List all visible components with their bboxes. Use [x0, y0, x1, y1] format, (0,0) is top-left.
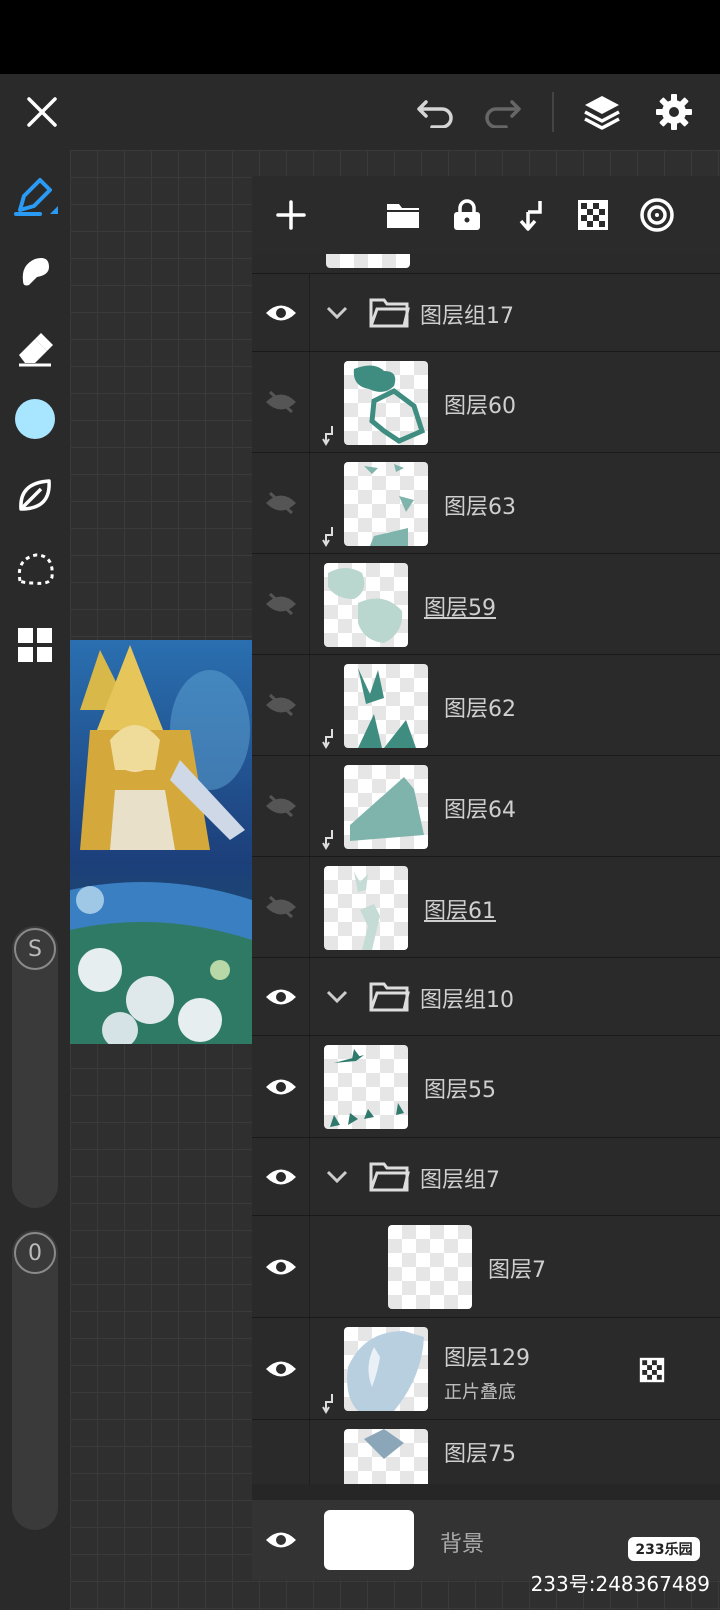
folder-icon	[366, 292, 412, 332]
layer-row[interactable]: 图层61	[252, 857, 720, 958]
layer-row[interactable]: 图层64	[252, 756, 720, 857]
eye-icon[interactable]	[252, 1420, 310, 1484]
layer-row[interactable]: 图层75	[252, 1420, 720, 1484]
color-swatch[interactable]	[12, 396, 58, 442]
layer-thumbnail	[344, 462, 428, 546]
chevron-down-icon[interactable]	[322, 1160, 352, 1194]
layers-toolbar	[252, 176, 720, 254]
folder-icon[interactable]	[378, 190, 428, 240]
eye-icon[interactable]	[252, 958, 310, 1035]
divider	[552, 92, 554, 132]
eye-hidden-icon[interactable]	[252, 655, 310, 755]
layer-name: 图层129	[444, 1346, 530, 1371]
chevron-down-icon[interactable]	[322, 296, 352, 330]
eye-icon[interactable]	[252, 1216, 310, 1317]
size-knob[interactable]: S	[14, 928, 56, 970]
leaf-brush-icon[interactable]	[10, 470, 60, 520]
folder-icon	[366, 1156, 412, 1196]
watermark-logo: 233乐园	[628, 1537, 700, 1561]
lock-icon[interactable]	[442, 190, 492, 240]
layer-thumbnail	[344, 765, 428, 849]
redo-icon[interactable]	[478, 90, 526, 134]
layer-row[interactable]: 图层7	[252, 1216, 720, 1318]
layer-name: 图层62	[444, 697, 516, 722]
pen-tool-icon[interactable]	[10, 172, 60, 222]
chevron-down-icon[interactable]	[322, 980, 352, 1014]
clip-down-icon[interactable]	[506, 190, 556, 240]
layer-thumbnail	[324, 563, 408, 647]
status-bar	[0, 0, 720, 74]
layer-row[interactable]: 图层129 正片叠底	[252, 1318, 720, 1420]
layer-row[interactable]: 图层59	[252, 554, 720, 655]
layer-name: 图层59	[424, 596, 496, 621]
layer-name: 图层64	[444, 798, 516, 823]
tool-sidebar: S 0	[0, 150, 70, 1610]
lasso-select-icon[interactable]	[10, 544, 60, 594]
layer-row[interactable]: 图层62	[252, 655, 720, 756]
checker-icon[interactable]	[568, 190, 618, 240]
eye-hidden-icon[interactable]	[252, 352, 310, 452]
undo-icon[interactable]	[412, 90, 460, 134]
layer-thumbnail	[326, 254, 410, 268]
clip-arrow-icon	[322, 1394, 333, 1414]
eye-hidden-icon[interactable]	[252, 756, 310, 856]
layer-thumbnail	[344, 1429, 428, 1484]
target-icon[interactable]	[632, 190, 682, 240]
background-layer-name: 背景	[440, 1532, 485, 1557]
clip-arrow-icon	[322, 426, 333, 446]
layer-thumbnail	[344, 1327, 428, 1411]
layer-row[interactable]: 图层60	[252, 352, 720, 453]
layer-name: 图层组10	[420, 988, 514, 1013]
eye-icon[interactable]	[252, 1500, 310, 1580]
eye-hidden-icon[interactable]	[252, 453, 310, 553]
layer-group-row[interactable]: 图层组7	[252, 1138, 720, 1216]
opacity-slider[interactable]: 0	[12, 1230, 58, 1530]
brush-size-slider[interactable]: S	[12, 926, 58, 1208]
layers-list[interactable]: 图层组17 图层60 图层63 图层59 图层62 图层64 图层61 图层组1…	[252, 254, 720, 1484]
checker-icon[interactable]	[636, 1354, 668, 1386]
layer-name: 图层7	[488, 1258, 546, 1283]
layers-icon[interactable]	[578, 88, 626, 136]
grid-menu-icon[interactable]	[10, 620, 60, 670]
layer-name: 图层61	[424, 899, 496, 924]
artwork-image	[70, 640, 252, 1044]
layers-panel: 图层组17 图层60 图层63 图层59 图层62 图层64 图层61 图层组1…	[252, 176, 720, 1580]
plus-icon[interactable]	[266, 190, 316, 240]
eye-icon[interactable]	[252, 1036, 310, 1137]
layer-row[interactable]	[252, 254, 720, 274]
background-thumbnail	[324, 1510, 414, 1570]
eye-icon[interactable]	[252, 1138, 310, 1215]
layer-thumbnail	[388, 1225, 472, 1309]
eye-hidden-icon[interactable]	[252, 554, 310, 654]
eye-hidden-icon[interactable]	[252, 857, 310, 957]
watermark-text: 233号:248367489	[530, 1572, 710, 1596]
opacity-knob[interactable]: 0	[14, 1232, 56, 1274]
layer-thumbnail	[324, 866, 408, 950]
clip-arrow-icon	[322, 830, 333, 850]
eye-icon[interactable]	[252, 1318, 310, 1419]
layer-name: 图层63	[444, 495, 516, 520]
layer-name: 图层组7	[420, 1168, 500, 1193]
layer-row[interactable]: 图层55	[252, 1036, 720, 1138]
close-icon[interactable]	[18, 88, 66, 136]
layer-thumbnail	[324, 1045, 408, 1129]
layer-group-row[interactable]: 图层组17	[252, 274, 720, 352]
clip-arrow-icon	[322, 729, 333, 749]
eye-icon[interactable]	[252, 274, 310, 351]
layer-name: 图层55	[424, 1078, 496, 1103]
blend-mode-label: 正片叠底	[444, 1382, 516, 1403]
eraser-tool-icon[interactable]	[10, 322, 60, 372]
layer-thumbnail	[344, 361, 428, 445]
layer-name: 图层75	[444, 1442, 516, 1467]
top-toolbar	[0, 74, 720, 150]
layer-group-row[interactable]: 图层组10	[252, 958, 720, 1036]
layer-row[interactable]: 图层63	[252, 453, 720, 554]
folder-icon	[366, 976, 412, 1016]
clip-arrow-icon	[322, 527, 333, 547]
layer-name: 图层60	[444, 394, 516, 419]
gear-icon[interactable]	[650, 88, 698, 136]
smudge-tool-icon[interactable]	[10, 246, 60, 296]
layer-thumbnail	[344, 664, 428, 748]
layer-name: 图层组17	[420, 304, 514, 329]
